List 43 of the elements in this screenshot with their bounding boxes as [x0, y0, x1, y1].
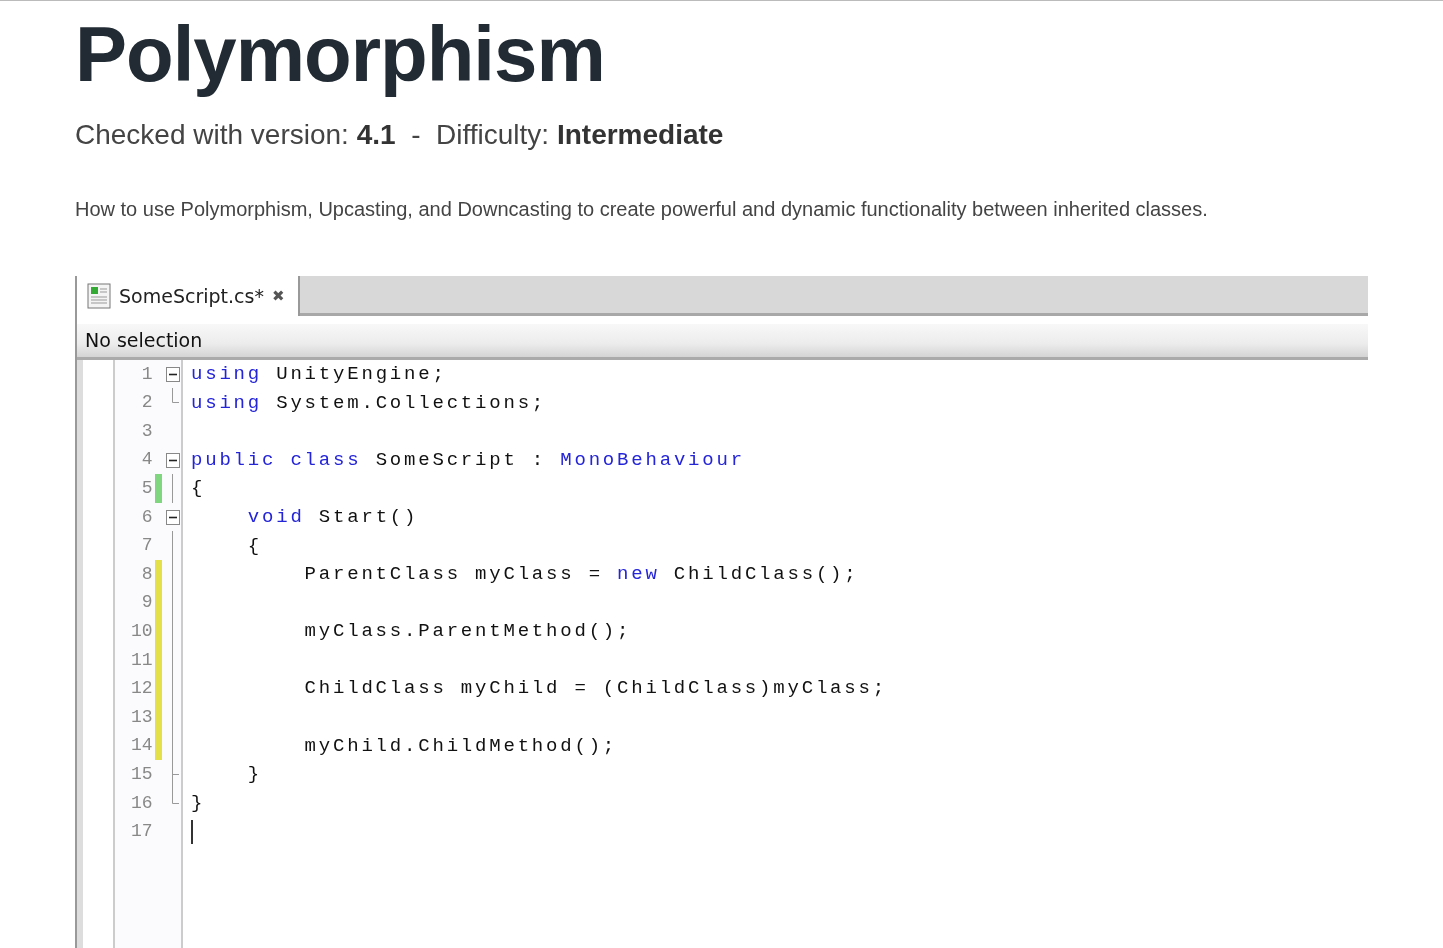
line-number: 13 [129, 705, 153, 729]
version-difficulty-line: Checked with version: 4.1 - Difficulty: Intermediate [75, 117, 725, 152]
fold-guide [172, 474, 174, 504]
line-number: 4 [140, 448, 153, 472]
code-line: } [191, 790, 206, 816]
file-tab[interactable]: SomeScript.cs* ✖ [77, 275, 301, 316]
code-line: public class SomeScript : MonoBehaviour [191, 447, 745, 473]
code-line: myChild.ChildMethod(); [303, 733, 618, 759]
code-line: ChildClass myChild = (ChildClass)myClass; [303, 676, 887, 702]
line-number: 16 [129, 791, 153, 815]
line-number: 8 [140, 562, 153, 586]
collapse-toggle[interactable] [166, 366, 181, 382]
line-number: 15 [129, 763, 153, 786]
line-number: 7 [140, 534, 153, 558]
file-icon [87, 282, 111, 309]
line-number: 3 [140, 419, 153, 443]
line-number: 11 [129, 648, 153, 672]
status-bar: No selection [77, 323, 1368, 360]
fold-branch-guide [172, 760, 180, 790]
code-line: { [246, 533, 262, 559]
line-number: 9 [140, 591, 153, 615]
close-icon[interactable]: ✖ [271, 284, 285, 308]
line-number: 14 [129, 734, 153, 758]
collapse-toggle[interactable] [166, 452, 181, 468]
collapse-toggle[interactable] [166, 509, 181, 525]
line-number: 5 [140, 477, 153, 501]
code-line: ParentClass myClass = new ChildClass(); [303, 562, 859, 588]
line-number: 6 [140, 505, 153, 529]
code-line: using UnityEngine; [191, 361, 447, 387]
fold-end-guide [172, 388, 180, 404]
code-line: } [246, 762, 262, 788]
line-number: 2 [140, 391, 153, 415]
fold-end-guide [172, 788, 180, 804]
line-number: 12 [129, 677, 153, 701]
code-line: { [191, 476, 206, 502]
line-number: 17 [129, 820, 153, 844]
code-line: myClass.ParentMethod(); [303, 619, 632, 645]
line-number: 1 [140, 362, 153, 386]
page-title: Polymorphism [75, 14, 606, 96]
code-line: using System.Collections; [191, 390, 547, 416]
line-number: 10 [129, 620, 153, 644]
description: How to use Polymorphism, Upcasting, and Downcasting to create powerful and dynamic functionality between inherited classes. [75, 196, 1209, 222]
code-line: void Start() [246, 504, 419, 530]
